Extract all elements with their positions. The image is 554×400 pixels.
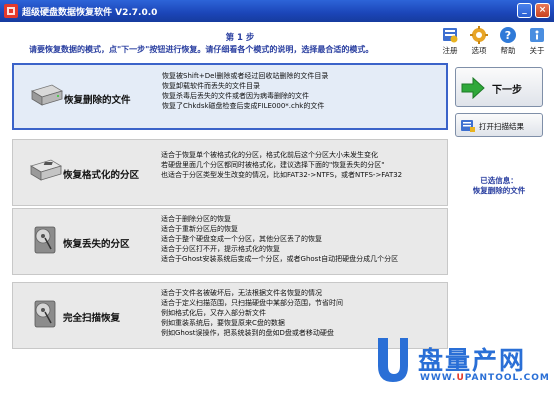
header: 第 1 步 请要恢复数据的模式，点"下一步"按钮进行恢复。请仔细看各个模式的说明… (0, 22, 554, 62)
desc-line: 恢复被Shift+Del删除或者经过回收站删除的文件目录 (162, 72, 329, 80)
desc-line: 适合于文件名被破坏后，无法根据文件名恢复的情况 (161, 289, 322, 297)
register-button[interactable]: 注册 (437, 26, 463, 56)
desc-line: 恢复杀毒后丢失的文件或者因为病毒删除的文件 (162, 92, 309, 100)
desc-line: 适合于删除分区的恢复 (161, 215, 231, 223)
desc-line: 若硬盘里面几个分区都同时被格式化，建议选择下面的"恢复丢失的分区" (161, 161, 385, 169)
desc-line: 适合于Ghost安装系统后变成一个分区，或者Ghost自动把硬盘分成几个分区 (161, 255, 399, 263)
desc-line: 适合于分区打不开，提示格式化的恢复 (161, 245, 280, 253)
options-label: 选项 (471, 46, 487, 55)
desc-line: 适合于恢复单个被格式化的分区，格式化前后这个分区大小未发生变化 (161, 151, 378, 159)
window-title: 超级硬盘数据恢复软件 V2.7.0.0 (22, 8, 158, 18)
watermark-url-suffix: PANTOOL.COM (464, 373, 550, 383)
desc-line: 例如重装系统后，要恢复原来C盘的数据 (161, 319, 285, 327)
open-hard-drive-icon (27, 299, 63, 329)
options-button[interactable]: 选项 (466, 26, 492, 56)
svg-text:?: ? (505, 29, 511, 42)
about-icon (527, 26, 547, 44)
open-hard-drive-icon (27, 225, 63, 255)
desc-line: 例如Ghost误操作，把系统装到的盘如D盘或者移动硬盘 (161, 329, 334, 337)
desc-line: 适合于重新分区后的恢复 (161, 225, 238, 233)
desc-line: 也适合于分区类型发生改变的情况，比如FAT32->NTFS，或者NTFS->FA… (161, 171, 403, 179)
desc-line: 例如格式化后，又存入部分新文件 (161, 309, 266, 317)
selected-info-label: 已选信息： (480, 176, 518, 185)
desc-line: 适合于整个硬盘变成一个分区，其他分区丢了的恢复 (161, 235, 322, 243)
watermark-logo-icon (372, 336, 412, 386)
toolbar: 注册 选项 ? 帮助 关于 (437, 26, 554, 60)
watermark-url-prefix: WWW. (420, 373, 457, 383)
open-folder-icon (460, 118, 476, 133)
desc-line: 恢复了Chkdsk磁盘检查后变成FILE000*.chk的文件 (162, 102, 325, 110)
mode-option-recover-deleted[interactable]: 恢复删除的文件 恢复被Shift+Del删除或者经过回收站删除的文件目录 恢复卸… (12, 63, 448, 130)
watermark-url-highlight: U (456, 373, 465, 383)
next-step-button[interactable]: 下一步 (455, 67, 543, 107)
minimize-button[interactable]: _ (517, 3, 532, 18)
arrow-right-icon (460, 76, 486, 100)
mode-name: 恢复删除的文件 (64, 95, 131, 106)
title-bar[interactable]: 超级硬盘数据恢复软件 V2.7.0.0 _ × (0, 0, 554, 22)
options-gear-icon (469, 26, 489, 44)
next-step-label: 下一步 (492, 85, 522, 96)
mode-option-recover-formatted[interactable]: 恢复格式化的分区 适合于恢复单个被格式化的分区，格式化前后这个分区大小未发生变化… (12, 139, 448, 206)
about-button[interactable]: 关于 (524, 26, 550, 56)
register-label: 注册 (442, 46, 458, 55)
mode-description: 适合于文件名被破坏后，无法根据文件名恢复的情况 适合于定义扫描范围，只扫描硬盘中… (161, 288, 343, 338)
desc-line: 适合于定义扫描范围，只扫描硬盘中某部分范围，节省时间 (161, 299, 343, 307)
desc-line: 恢复卸载软件而丢失的文件目录 (162, 82, 260, 90)
mode-name: 完全扫描恢复 (63, 313, 121, 324)
mode-description: 适合于删除分区的恢复 适合于重新分区后的恢复 适合于整个硬盘变成一个分区，其他分… (161, 214, 398, 264)
mode-name: 恢复丢失的分区 (63, 239, 130, 250)
watermark-brand: 盘量产网 (418, 346, 527, 375)
mode-options: 恢复删除的文件 恢复被Shift+Del删除或者经过回收站删除的文件目录 恢复卸… (12, 63, 448, 363)
mode-option-recover-lost-partition[interactable]: 恢复丢失的分区 适合于删除分区的恢复 适合于重新分区后的恢复 适合于整个硬盘变成… (12, 208, 448, 275)
open-scan-result-label: 打开扫描结果 (479, 122, 524, 131)
help-label: 帮助 (500, 46, 516, 55)
app-logo-icon (4, 4, 18, 18)
selected-info: 已选信息： 恢复删除的文件 (455, 176, 543, 196)
mode-name: 恢复格式化的分区 (63, 170, 140, 181)
selected-info-value: 恢复删除的文件 (472, 186, 526, 195)
help-icon: ? (498, 26, 518, 44)
mode-description: 恢复被Shift+Del删除或者经过回收站删除的文件目录 恢复卸载软件而丢失的文… (162, 71, 328, 111)
close-button[interactable]: × (535, 3, 550, 18)
instruction-text: 请要恢复数据的模式，点"下一步"按钮进行恢复。请仔细看各个模式的说明，选择最合适… (29, 45, 374, 54)
open-scan-result-button[interactable]: 打开扫描结果 (455, 113, 543, 137)
hard-drive-icon (27, 156, 63, 186)
watermark-url: WWW.UPANTOOL.COM (420, 373, 550, 383)
about-label: 关于 (529, 46, 545, 55)
step-title: 第 1 步 (225, 33, 255, 43)
register-icon (440, 26, 460, 44)
help-button[interactable]: ? 帮助 (495, 26, 521, 56)
mode-description: 适合于恢复单个被格式化的分区，格式化前后这个分区大小未发生变化 若硬盘里面几个分… (161, 150, 402, 180)
hard-drive-icon (28, 81, 64, 111)
